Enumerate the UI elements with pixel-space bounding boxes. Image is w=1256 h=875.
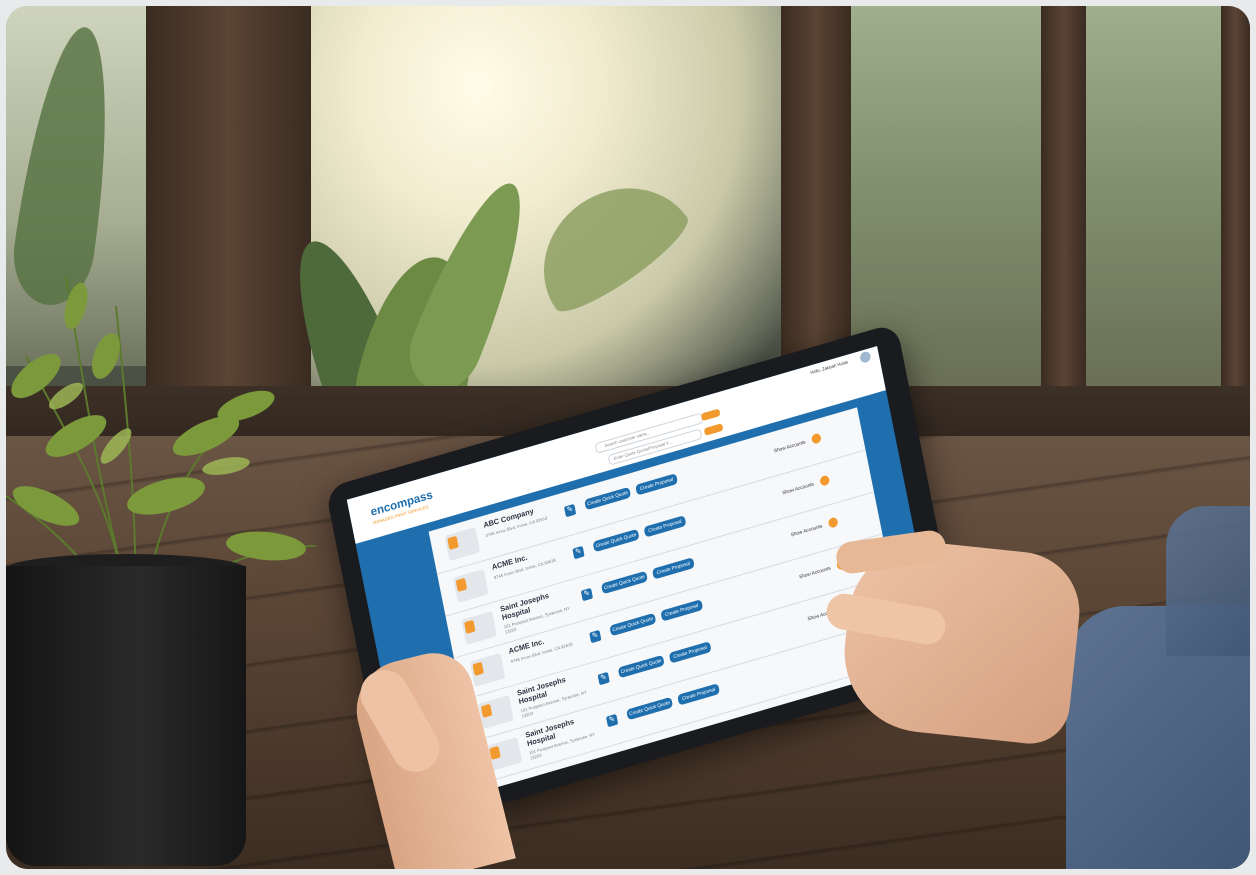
edit-icon[interactable]: ✎: [589, 629, 602, 644]
edit-icon[interactable]: ✎: [605, 713, 619, 728]
edit-icon[interactable]: ✎: [597, 671, 610, 686]
search-go-button[interactable]: [700, 408, 721, 422]
create-proposal-button[interactable]: Create Proposal: [668, 641, 712, 664]
badge-icon: [455, 577, 468, 592]
create-quick-quote-button[interactable]: Create Quick Quote: [592, 528, 640, 553]
scene-photo: encompass MANAGED PRINT SERVICES Hello, …: [6, 6, 1250, 869]
user-greeting: Hello, Zakiyah Holds: [809, 359, 849, 376]
create-quick-quote-button[interactable]: Create Quick Quote: [626, 696, 674, 721]
chevron-icon[interactable]: [819, 474, 831, 487]
create-quick-quote-button[interactable]: Create Quick Quote: [600, 570, 648, 595]
show-accounts-link[interactable]: Show Accounts: [782, 481, 814, 495]
badge-icon: [464, 619, 476, 634]
create-proposal-button[interactable]: Create Proposal: [643, 515, 687, 538]
document-icon: [444, 526, 481, 562]
create-proposal-button[interactable]: Create Proposal: [677, 683, 721, 706]
badge-icon: [480, 703, 493, 718]
document-icon: [478, 694, 514, 730]
show-accounts-link[interactable]: Show Accounts: [773, 439, 805, 453]
document-icon: [461, 610, 498, 646]
show-accounts-link[interactable]: Show Accounts: [799, 565, 831, 579]
plant-pot: [6, 566, 246, 866]
chevron-icon[interactable]: [810, 432, 822, 445]
edit-icon[interactable]: ✎: [572, 545, 585, 560]
create-quick-quote-button[interactable]: Create Quick Quote: [584, 486, 632, 511]
quote-go-button[interactable]: [703, 423, 724, 436]
window-frame: [1041, 6, 1086, 386]
document-icon: [469, 652, 506, 688]
badge-icon: [447, 535, 459, 550]
window-frame: [1221, 6, 1250, 386]
edit-icon[interactable]: ✎: [580, 587, 594, 602]
create-proposal-button[interactable]: Create Proposal: [651, 557, 695, 580]
avatar-icon[interactable]: [859, 350, 872, 364]
show-accounts-link[interactable]: Show Accounts: [790, 523, 822, 537]
badge-icon: [472, 661, 484, 676]
create-proposal-button[interactable]: Create Proposal: [660, 599, 704, 622]
create-quick-quote-button[interactable]: Create Quick Quote: [617, 654, 665, 679]
document-icon: [452, 568, 489, 604]
create-proposal-button[interactable]: Create Proposal: [635, 473, 679, 496]
create-quick-quote-button[interactable]: Create Quick Quote: [609, 612, 657, 637]
edit-icon[interactable]: ✎: [563, 503, 577, 518]
chevron-icon[interactable]: [827, 516, 839, 529]
person-sleeve: [1166, 506, 1250, 656]
